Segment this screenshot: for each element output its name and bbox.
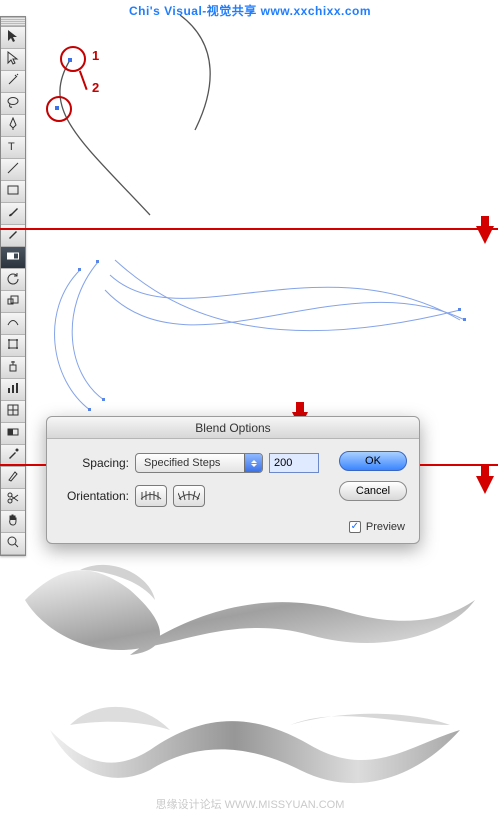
- spacing-mode-select[interactable]: Specified Steps: [135, 453, 263, 473]
- blend-icon: [6, 249, 20, 266]
- tool-scissors[interactable]: [1, 489, 25, 511]
- preview-label: Preview: [366, 521, 405, 533]
- watermark: 思缘设计论坛 WWW.MISSYUAN.COM: [0, 796, 500, 812]
- blend-result-2: [40, 690, 470, 800]
- spacing-mode-value: Specified Steps: [144, 457, 220, 469]
- tool-pen[interactable]: [1, 115, 25, 137]
- annotation-circle-1: [60, 46, 86, 72]
- tool-hand[interactable]: [1, 511, 25, 533]
- tool-direct-selection[interactable]: [1, 49, 25, 71]
- svg-text:T: T: [8, 141, 15, 153]
- annotation-circle-2: [46, 96, 72, 122]
- preview-checkbox[interactable]: ✓: [349, 521, 361, 533]
- tool-rectangle[interactable]: [1, 181, 25, 203]
- annotation-label-2: 2: [92, 80, 99, 95]
- selection-icon: [6, 29, 20, 46]
- rectangle-icon: [6, 183, 20, 200]
- scale-icon: [6, 293, 20, 310]
- line-icon: [6, 161, 20, 178]
- graph-icon: [6, 381, 20, 398]
- tool-lasso[interactable]: [1, 93, 25, 115]
- toolbox-grip[interactable]: [1, 17, 25, 27]
- tool-gradient[interactable]: [1, 423, 25, 445]
- slice-icon: [6, 469, 20, 486]
- steps-input[interactable]: [269, 453, 319, 473]
- magic-wand-icon: [6, 73, 20, 90]
- rotate-icon: [6, 271, 20, 288]
- tool-type[interactable]: T: [1, 137, 25, 159]
- separator-1: [0, 228, 498, 230]
- ok-button[interactable]: OK: [339, 451, 407, 471]
- direct-selection-icon: [6, 51, 20, 68]
- tool-paintbrush[interactable]: [1, 203, 25, 225]
- warp-icon: [6, 315, 20, 332]
- free-transform-icon: [6, 337, 20, 354]
- cancel-button[interactable]: Cancel: [339, 481, 407, 501]
- scissors-icon: [6, 491, 20, 508]
- eyedropper-icon: [6, 447, 20, 464]
- type-icon: T: [6, 139, 20, 156]
- spacing-label: Spacing:: [59, 456, 129, 470]
- mesh-icon: [6, 403, 20, 420]
- select-stepper-icon: [244, 454, 262, 472]
- tool-selection[interactable]: [1, 27, 25, 49]
- blend-result-1: [20, 555, 480, 670]
- annotation-label-1: 1: [92, 48, 99, 63]
- panel2-paths: [20, 250, 480, 420]
- tool-magic-wand[interactable]: [1, 71, 25, 93]
- blend-options-dialog: Blend Options Spacing: Specified Steps O…: [46, 416, 420, 544]
- paintbrush-icon: [6, 205, 20, 222]
- tool-zoom[interactable]: [1, 533, 25, 555]
- zoom-icon: [6, 535, 20, 552]
- flow-arrow-2: [476, 476, 494, 494]
- gradient-icon: [6, 425, 20, 442]
- credit-text: Chi's Visual-视觉共享 www.xxchixx.com: [0, 2, 500, 19]
- orientation-align-page-button[interactable]: [135, 485, 167, 507]
- symbol-sprayer-icon: [6, 359, 20, 376]
- orientation-align-path-button[interactable]: [173, 485, 205, 507]
- hand-icon: [6, 513, 20, 530]
- tool-slice[interactable]: [1, 467, 25, 489]
- lasso-icon: [6, 95, 20, 112]
- pen-icon: [6, 117, 20, 134]
- separator-2: [0, 464, 46, 466]
- orientation-label: Orientation:: [59, 489, 129, 503]
- tool-line[interactable]: [1, 159, 25, 181]
- flow-arrow-1: [476, 226, 494, 244]
- dialog-title: Blend Options: [47, 417, 419, 439]
